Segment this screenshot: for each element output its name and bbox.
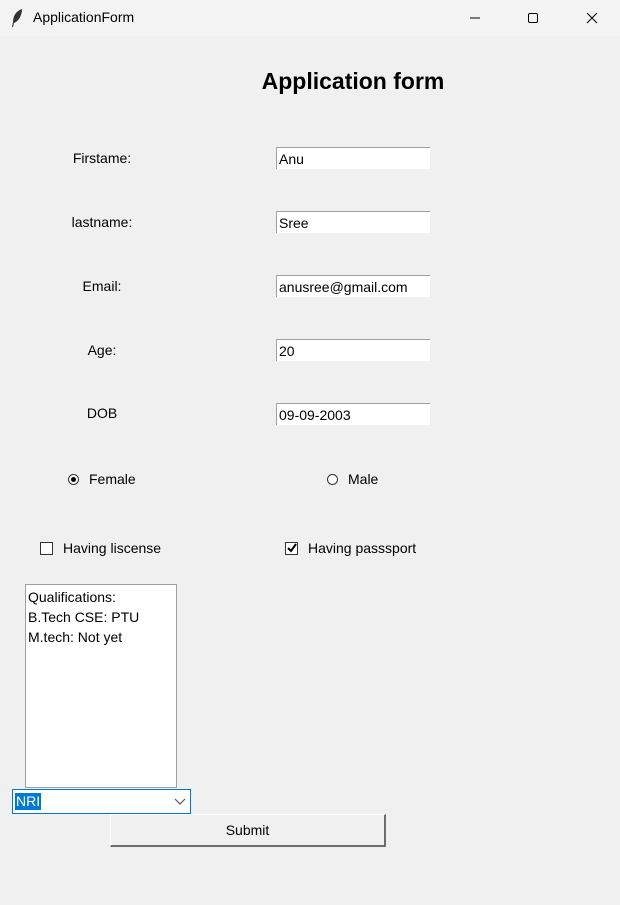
- maximize-button[interactable]: [510, 0, 556, 36]
- title-bar: ApplicationForm: [0, 0, 620, 36]
- passport-checkbox[interactable]: Having passsport: [285, 540, 416, 556]
- close-icon: [586, 12, 598, 24]
- dob-label: DOB: [86, 405, 118, 421]
- passport-checkbox-label: Having passsport: [308, 540, 417, 556]
- email-label: Email:: [82, 278, 122, 294]
- window-title: ApplicationForm: [33, 9, 135, 25]
- male-radio-label: Male: [348, 471, 379, 487]
- radio-selected-icon: [68, 473, 79, 485]
- feather-icon: [12, 9, 22, 27]
- radio-unselected-icon: [327, 473, 338, 485]
- male-radio[interactable]: Male: [327, 471, 378, 487]
- chevron-down-icon: [174, 798, 186, 805]
- category-select[interactable]: NRI: [12, 789, 191, 814]
- female-radio[interactable]: Female: [68, 471, 136, 487]
- category-select-value: NRI: [15, 793, 42, 810]
- checkmark-icon: [285, 541, 298, 555]
- form-title: Application form: [261, 68, 445, 94]
- checkbox-unchecked-icon: [40, 541, 53, 555]
- email-field[interactable]: [276, 275, 430, 297]
- close-button[interactable]: [569, 0, 615, 36]
- dob-field[interactable]: [276, 403, 430, 425]
- age-field[interactable]: [276, 339, 430, 361]
- lastname-field[interactable]: [276, 211, 430, 233]
- minimize-button[interactable]: [452, 0, 498, 36]
- maximize-icon: [528, 13, 538, 23]
- age-label: Age:: [87, 342, 117, 358]
- submit-button[interactable]: Submit: [110, 814, 386, 847]
- qualifications-textarea[interactable]: Qualifications: B.Tech CSE: PTU M.tech: …: [25, 584, 177, 788]
- minimize-icon: [470, 17, 480, 19]
- license-checkbox-label: Having liscense: [63, 540, 162, 556]
- female-radio-label: Female: [89, 471, 136, 487]
- firstname-label: Firstame:: [72, 150, 132, 166]
- firstname-field[interactable]: [276, 147, 430, 169]
- lastname-label: lastname:: [71, 214, 133, 230]
- license-checkbox[interactable]: Having liscense: [40, 540, 161, 556]
